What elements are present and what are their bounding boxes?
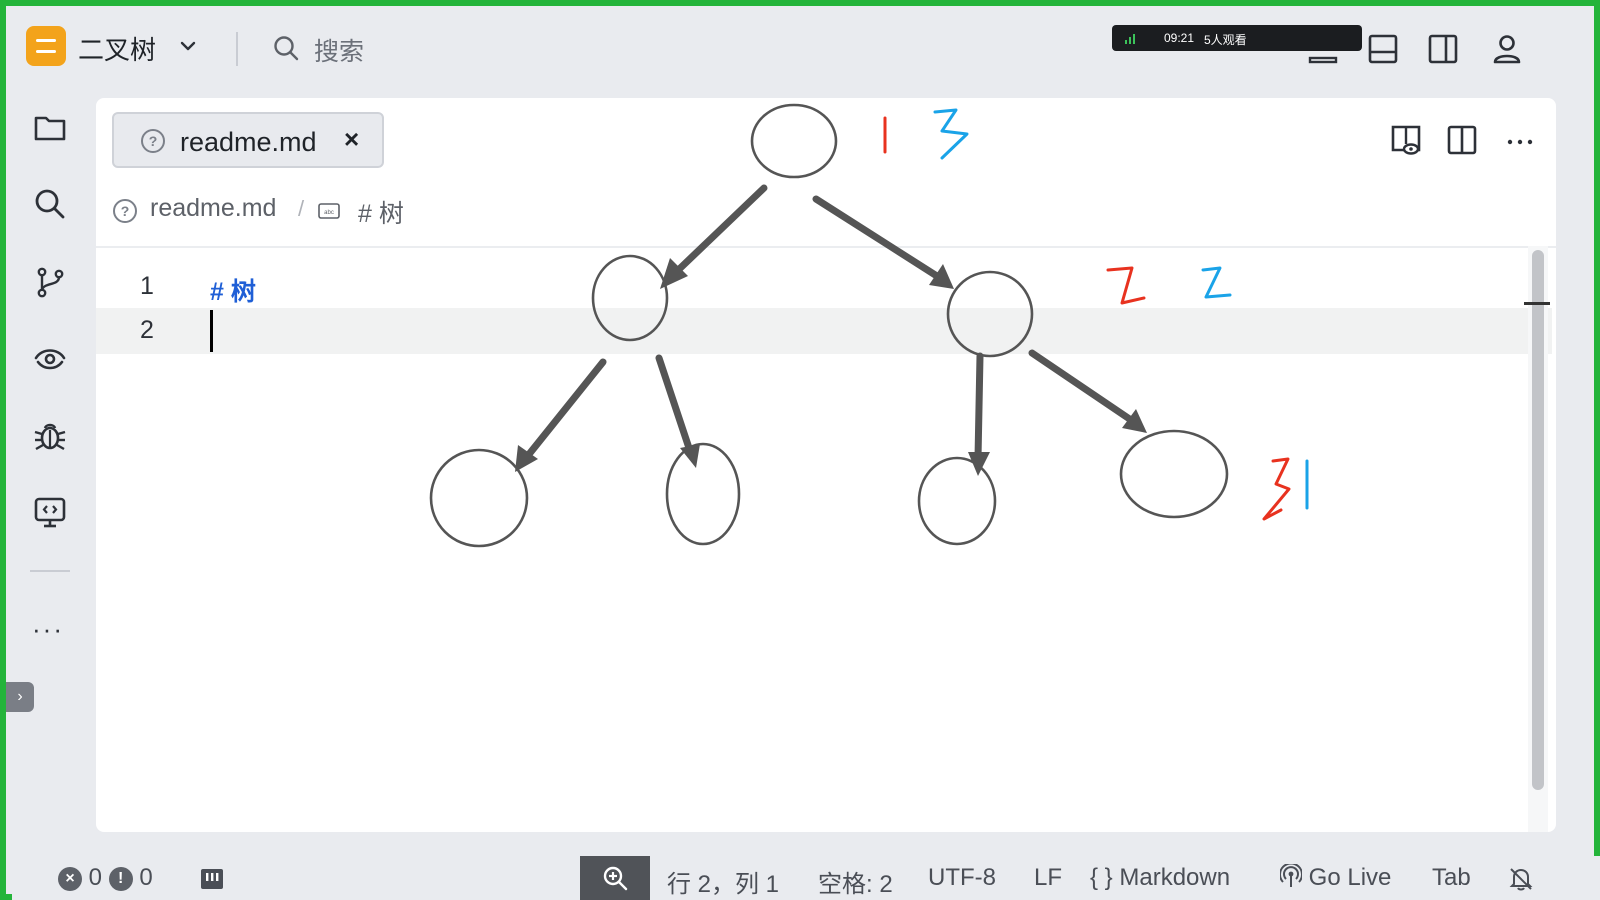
warning-icon: ! [108, 867, 133, 891]
broadcast-icon [1279, 862, 1303, 887]
error-count: 0 [88, 864, 103, 891]
go-live-label: Go Live [1308, 864, 1392, 891]
help-file-icon: ? [113, 199, 137, 223]
breadcrumb-separator: / [298, 196, 305, 221]
activity-bar: ··· [12, 92, 90, 832]
project-name[interactable]: 二叉树 [78, 30, 156, 67]
indentation[interactable]: 空格: 2 [818, 864, 893, 899]
live-time: 09:21 [1164, 31, 1195, 45]
search-input[interactable]: 搜索 [314, 32, 364, 68]
svg-text:abc: abc [324, 210, 334, 216]
project-logo-icon[interactable] [26, 26, 66, 66]
folder-icon[interactable] [32, 110, 68, 146]
topbar-divider [236, 32, 238, 66]
panel-bottom-icon[interactable] [1366, 32, 1400, 66]
debug-bug-icon[interactable] [32, 418, 68, 454]
problems-status[interactable]: × 0 ! 0 [58, 864, 153, 892]
layout-grid-icon[interactable] [1306, 32, 1340, 66]
line-number: 2 [140, 316, 154, 344]
account-icon[interactable] [1490, 32, 1524, 66]
app-window: 二叉树 搜索 09:21 5人观看 ··· › ? readme.md × ? … [0, 0, 1600, 900]
tab-mode[interactable]: Tab [1432, 864, 1471, 892]
more-actions-icon[interactable] [1502, 122, 1538, 158]
activity-separator [30, 570, 70, 572]
source-control-icon[interactable] [32, 264, 68, 300]
editor-panel: ? readme.md × ? readme.md / abc # 树 1 2 … [96, 98, 1556, 832]
line-number: 1 [140, 272, 154, 300]
tab-readme[interactable]: ? readme.md × [112, 112, 384, 168]
search-icon[interactable] [32, 186, 68, 222]
warning-count: 0 [139, 864, 153, 891]
terminal-panel-icon[interactable] [200, 868, 224, 890]
expand-sidebar-icon[interactable]: › [6, 682, 34, 712]
breadcrumb-heading[interactable]: # 树 [358, 194, 404, 230]
error-icon: × [58, 867, 82, 891]
help-file-icon: ? [141, 129, 165, 153]
current-line-highlight [96, 308, 1552, 354]
open-preview-icon[interactable] [1388, 122, 1424, 158]
braces-icon: { } [1090, 864, 1113, 891]
scrollbar-cursor-marker [1524, 302, 1550, 305]
symbol-string-icon: abc [318, 203, 340, 219]
language-mode[interactable]: { } Markdown [1090, 864, 1230, 892]
signal-icon [1125, 34, 1135, 44]
eye-icon[interactable] [32, 340, 68, 376]
top-bar: 二叉树 搜索 09:21 5人观看 [6, 6, 1594, 92]
close-icon[interactable]: × [344, 124, 359, 155]
editor-divider [96, 246, 1556, 248]
search-icon[interactable] [272, 34, 300, 62]
live-viewers: 5人观看 [1204, 33, 1247, 47]
text-cursor [210, 310, 213, 352]
breadcrumb-file[interactable]: readme.md [150, 194, 276, 223]
more-icon[interactable]: ··· [32, 614, 64, 645]
zoom-button[interactable] [580, 856, 650, 900]
end-of-line[interactable]: LF [1034, 864, 1062, 892]
tab-label: readme.md [180, 127, 317, 157]
status-bar: × 0 ! 0 行 2，列 1 空格: 2 UTF-8 LF { } Markd… [12, 856, 1600, 900]
language-label: Markdown [1119, 864, 1231, 891]
go-live-button[interactable]: Go Live [1279, 862, 1392, 892]
svg-text:?: ? [121, 203, 130, 219]
chevron-down-icon[interactable] [178, 36, 198, 56]
scrollbar-thumb[interactable] [1532, 250, 1544, 790]
code-line-heading[interactable]: # 树 [210, 272, 256, 308]
panel-right-icon[interactable] [1426, 32, 1460, 66]
remote-explorer-icon[interactable] [32, 494, 68, 530]
split-editor-icon[interactable] [1444, 122, 1480, 158]
svg-text:?: ? [149, 133, 158, 149]
notifications-off-icon[interactable] [1508, 866, 1534, 892]
cursor-position[interactable]: 行 2，列 1 [667, 864, 779, 899]
encoding[interactable]: UTF-8 [928, 864, 996, 892]
zoom-in-icon [603, 866, 628, 891]
